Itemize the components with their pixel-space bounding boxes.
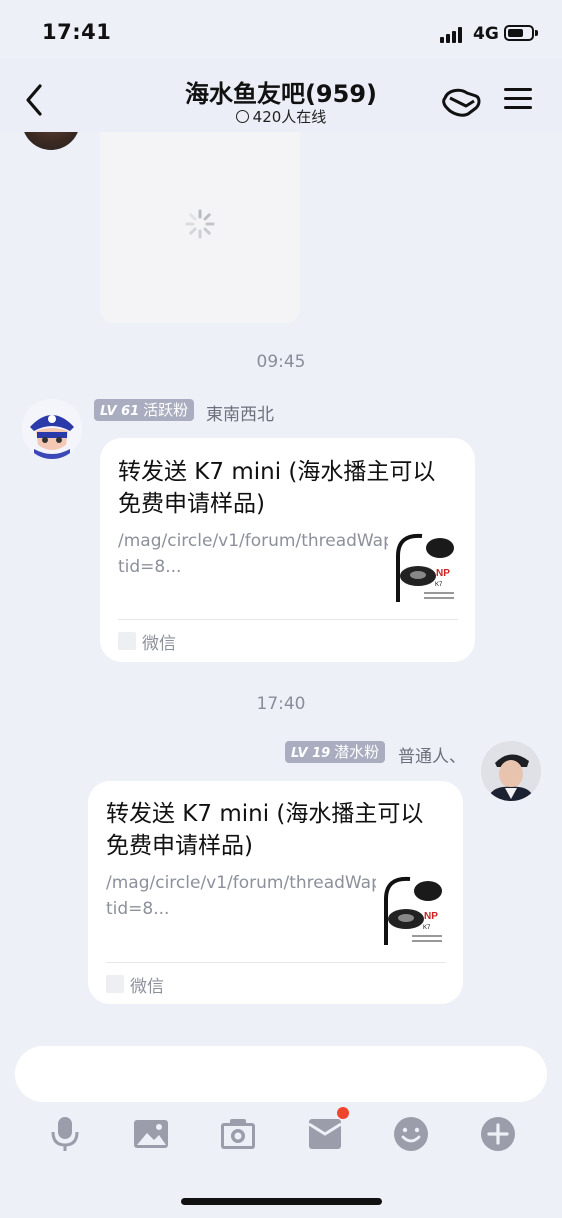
card-source: 微信 <box>142 634 176 654</box>
svg-text:NP: NP <box>436 568 450 579</box>
avatar[interactable] <box>22 399 82 459</box>
clock-icon <box>235 110 249 123</box>
wechat-source-icon <box>106 975 124 993</box>
card-title: 转发送 K7 mini (海水播主可以免费申请样品) <box>118 459 436 517</box>
level-badge: LV 19 潜水粉 <box>285 741 386 763</box>
signal-icon <box>440 27 468 43</box>
time-divider: 17:40 <box>256 694 306 714</box>
svg-text:K7: K7 <box>423 925 431 931</box>
avatar[interactable] <box>481 741 541 801</box>
level-name: 潜水粉 <box>334 743 380 761</box>
card-link: /mag/circle/v1/forum/threadWapPage?tid=8… <box>118 531 445 577</box>
network-label: 4G <box>473 24 499 44</box>
battery-icon <box>504 25 534 41</box>
level-number: LV 61 <box>100 404 140 419</box>
shared-link-card[interactable]: 转发送 K7 mini (海水播主可以免费申请样品) /mag/circle/v… <box>100 438 475 662</box>
level-badge: LV 61 活跃粉 <box>94 399 195 421</box>
hat-icon[interactable] <box>440 84 482 118</box>
sender-nickname[interactable]: 普通人、 <box>398 742 466 767</box>
product-thumbnail: NP K7 <box>388 526 458 604</box>
pirate-avatar-icon <box>22 399 82 459</box>
card-source: 微信 <box>130 977 164 997</box>
product-thumbnail: NP K7 <box>376 869 446 947</box>
card-divider <box>106 962 446 963</box>
sender-nickname[interactable]: 東南西北 <box>206 400 274 425</box>
time-divider: 09:45 <box>256 352 306 372</box>
emoji-icon[interactable] <box>391 1114 431 1154</box>
card-link: /mag/circle/v1/forum/threadWapPage?tid=8… <box>106 873 433 919</box>
image-icon[interactable] <box>131 1114 171 1154</box>
loading-spinner-icon <box>185 209 215 239</box>
message-input[interactable] <box>15 1046 547 1102</box>
camera-icon[interactable] <box>218 1114 258 1154</box>
svg-text:K7: K7 <box>435 582 443 588</box>
online-count-text: 420人在线 <box>252 108 327 126</box>
plus-icon[interactable] <box>478 1114 518 1154</box>
card-title: 转发送 K7 mini (海水播主可以免费申请样品) <box>106 801 424 859</box>
red-envelope-icon[interactable] <box>305 1114 345 1154</box>
level-name: 活跃粉 <box>143 401 189 419</box>
battery-tip <box>535 30 538 36</box>
home-indicator <box>181 1198 382 1205</box>
menu-icon[interactable] <box>504 86 532 112</box>
person-avatar-icon <box>481 741 541 801</box>
card-divider <box>118 619 458 620</box>
wechat-source-icon <box>118 632 136 650</box>
shared-link-card[interactable]: 转发送 K7 mini (海水播主可以免费申请样品) /mag/circle/v… <box>88 781 463 1004</box>
microphone-icon[interactable] <box>45 1114 85 1154</box>
notification-dot <box>337 1107 349 1119</box>
svg-text:NP: NP <box>424 911 438 922</box>
status-time: 17:41 <box>42 20 112 44</box>
level-number: LV 19 <box>291 746 331 761</box>
